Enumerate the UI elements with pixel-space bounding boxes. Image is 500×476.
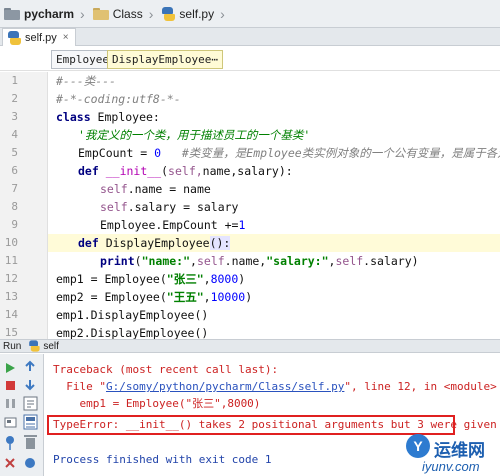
code-editor[interactable]: 1 2 3 4 5 6 7 8 9 10 11 12 13 14 15 #---类--- #-*-codin… [0,72,500,339]
print-icon[interactable] [23,414,38,430]
navigation-breadcrumb: pycharm › Class › self.py › [0,0,500,28]
code-line-4: '我定义的一个类，用于描述员工的一个基类' [78,128,311,142]
tab-label: self.py [25,31,57,44]
line-number: 5 [11,146,18,159]
close-icon[interactable] [5,458,15,468]
close-icon[interactable]: × [63,32,69,43]
console-file-link[interactable]: G:/somy/python/pycharm/Class/self.py [106,380,344,393]
line-number: 4 [11,128,18,141]
structure-chip-method[interactable]: DisplayEmployee⋯ [107,50,223,69]
breadcrumb-folder[interactable]: Class [89,0,143,28]
breadcrumb-file[interactable]: self.py [157,0,214,28]
watermark-logo-icon: Y [406,434,430,458]
line-number: 12 [4,272,18,285]
code-line-11: print("name:",self.name,"salary:",self.s… [100,254,419,268]
line-number: 10 [4,236,18,249]
code-line-7: self.name = name [100,182,211,196]
stop-icon[interactable] [6,381,15,390]
line-number: 14 [4,308,18,321]
run-config-name[interactable]: self [43,341,59,352]
chevron-right-icon: › [148,5,154,22]
watermark-url: iyunv.com [422,459,480,474]
pause-icon[interactable] [6,399,15,408]
line-number: 15 [4,326,18,339]
structure-breadcrumb: Employee DisplayEmployee⋯ [0,47,500,71]
code-line-5: EmpCount = 0 #类变量，是Employee类实例对象的一个公有变量，… [78,146,500,160]
code-line-13: emp2 = Employee("王五",10000) [56,290,253,304]
line-number: 9 [11,218,18,231]
python-file-icon [7,30,21,45]
help-icon[interactable] [25,458,35,468]
code-line-15: emp2.DisplayEmployee() [56,326,209,339]
line-number-gutter: 1 2 3 4 5 6 7 8 9 10 11 12 13 14 15 [0,72,48,339]
arrow-down-icon[interactable] [25,380,35,391]
code-line-6: def __init__(self,name,salary): [78,164,293,178]
code-line-10: def DisplayEmployee(): [78,236,231,250]
code-line-9: Employee.EmpCount +=1 [100,218,246,232]
code-line-3: class Employee: [56,110,160,124]
console-traceback: Traceback (most recent call last): [53,363,279,376]
breadcrumb-folder-label: Class [112,6,143,21]
pin-icon[interactable] [6,436,14,450]
line-number: 13 [4,290,18,303]
code-line-12: emp1 = Employee("张三",8000) [56,272,246,286]
breadcrumb-project-label: pycharm [24,6,75,21]
python-file-icon [161,6,176,21]
line-number: 1 [11,74,18,87]
code-line-14: emp1.DisplayEmployee() [56,308,209,322]
breadcrumb-file-label: self.py [179,6,215,21]
run-panel-header: Run self [0,339,500,353]
line-number: 11 [4,254,18,267]
code-line-8: self.salary = salary [100,200,239,214]
watermark-title: 运维网 [434,441,485,460]
watermark-logo: Y 运维网 iyunv.com [406,432,498,474]
python-file-icon [29,340,40,352]
line-number: 3 [11,110,18,123]
soft-wrap-icon[interactable] [23,396,38,411]
tab-self-py[interactable]: self.py × [2,28,76,46]
breadcrumb-project[interactable]: pycharm [0,0,74,28]
folder-icon [92,7,109,20]
code-line-2: #-*-coding:utf8-*- [56,92,181,106]
arrow-up-icon[interactable] [25,360,35,371]
console-code-line: emp1 = Employee("张三",8000) [53,397,261,410]
code-line-1: #---类--- [56,74,116,88]
error-highlight-box [47,415,455,435]
run-toolbar [0,354,44,476]
line-number: 6 [11,164,18,177]
structure-chip-class[interactable]: Employee [51,50,114,69]
line-number: 7 [11,182,18,195]
console-exit-message: Process finished with exit code 1 [53,453,272,466]
console-file-line: File "G:/somy/python/pycharm/Class/self.… [53,380,497,393]
line-number: 8 [11,200,18,213]
editor-tab-bar: self.py × [0,28,500,46]
rerun-icon[interactable] [6,363,15,373]
restore-layout-icon[interactable] [4,417,17,428]
trash-icon[interactable] [24,435,37,449]
line-number: 2 [11,92,18,105]
folder-icon [4,7,20,20]
run-panel-title[interactable]: Run [3,341,21,352]
chevron-right-icon: › [220,5,225,22]
chevron-right-icon: › [80,5,85,22]
